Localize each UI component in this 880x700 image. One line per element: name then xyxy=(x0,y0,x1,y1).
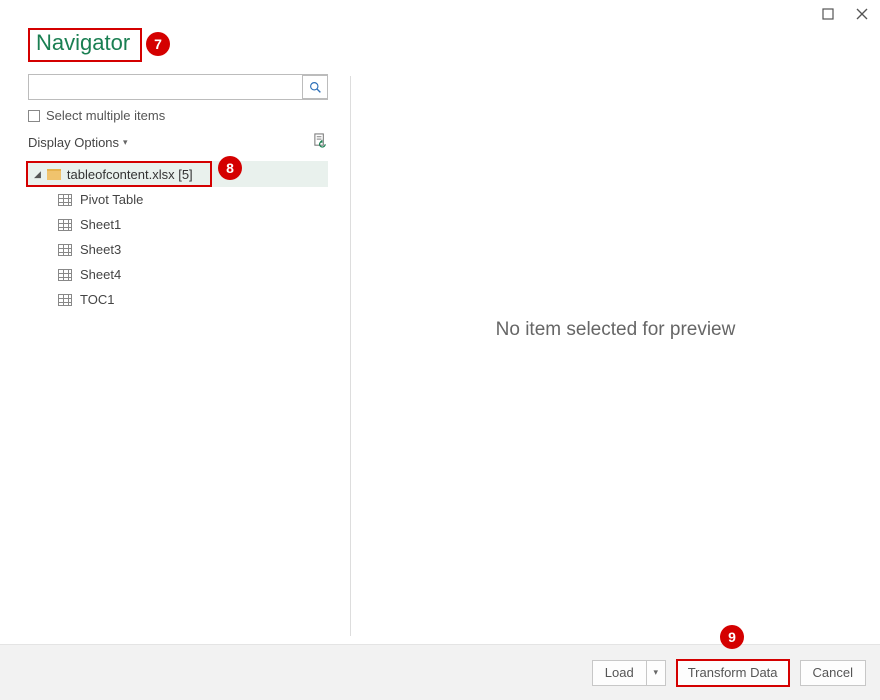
table-icon xyxy=(58,244,72,256)
table-icon xyxy=(58,219,72,231)
tree-root-label: tableofcontent.xlsx [5] xyxy=(67,167,193,182)
chevron-down-icon: ▾ xyxy=(653,667,658,678)
chevron-down-icon: ▾ xyxy=(123,137,128,148)
dialog-title: Navigator xyxy=(36,30,130,55)
table-icon xyxy=(58,269,72,281)
transform-data-button[interactable]: Transform Data xyxy=(676,659,790,687)
checkbox-icon xyxy=(28,110,40,122)
collapse-icon: ◢ xyxy=(34,169,41,180)
load-split-button[interactable]: Load ▾ xyxy=(592,660,666,686)
annotation-badge-7: 7 xyxy=(146,32,170,56)
tree-item-label: Sheet1 xyxy=(80,217,121,232)
preview-empty-message: No item selected for preview xyxy=(496,319,736,341)
tree-children: Pivot Table Sheet1 Sheet3 Sheet4 TOC1 xyxy=(28,187,328,312)
folder-icon xyxy=(47,169,61,180)
display-options-dropdown[interactable]: Display Options ▾ xyxy=(28,135,128,150)
tree-item[interactable]: Pivot Table xyxy=(28,187,328,212)
navigator-left-pane: Select multiple items Display Options ▾ xyxy=(0,70,350,640)
tree-item[interactable]: Sheet3 xyxy=(28,237,328,262)
tree-item[interactable]: Sheet4 xyxy=(28,262,328,287)
close-button[interactable] xyxy=(852,4,872,24)
table-icon xyxy=(58,294,72,306)
tree-item-label: TOC1 xyxy=(80,292,114,307)
search-input[interactable] xyxy=(29,80,302,95)
load-dropdown-button[interactable]: ▾ xyxy=(646,660,666,686)
select-multiple-label: Select multiple items xyxy=(46,108,165,123)
maximize-button[interactable] xyxy=(818,4,838,24)
refresh-icon xyxy=(313,133,328,148)
tree-item[interactable]: TOC1 xyxy=(28,287,328,312)
cancel-button-label: Cancel xyxy=(813,665,853,680)
transform-data-label: Transform Data xyxy=(688,665,778,680)
table-icon xyxy=(58,194,72,206)
dialog-title-box: Navigator xyxy=(28,28,142,62)
tree-item[interactable]: Sheet1 xyxy=(28,212,328,237)
navigator-tree: ◢ tableofcontent.xlsx [5] Pivot Table Sh… xyxy=(28,161,328,312)
search-box[interactable] xyxy=(28,74,328,100)
tree-item-label: Sheet3 xyxy=(80,242,121,257)
tree-item-label: Sheet4 xyxy=(80,267,121,282)
annotation-badge-9: 9 xyxy=(720,625,744,649)
search-icon xyxy=(309,81,322,94)
search-button[interactable] xyxy=(302,75,328,99)
preview-pane: No item selected for preview xyxy=(351,70,880,640)
refresh-button[interactable] xyxy=(313,133,328,151)
load-button-label: Load xyxy=(605,665,634,680)
tree-root-file[interactable]: ◢ tableofcontent.xlsx [5] xyxy=(26,161,212,187)
dialog-footer: Load ▾ Transform Data Cancel xyxy=(0,644,880,700)
load-button[interactable]: Load xyxy=(592,660,646,686)
display-options-label: Display Options xyxy=(28,135,119,150)
cancel-button[interactable]: Cancel xyxy=(800,660,866,686)
tree-item-label: Pivot Table xyxy=(80,192,143,207)
annotation-badge-8: 8 xyxy=(218,156,242,180)
select-multiple-checkbox[interactable]: Select multiple items xyxy=(28,108,330,123)
